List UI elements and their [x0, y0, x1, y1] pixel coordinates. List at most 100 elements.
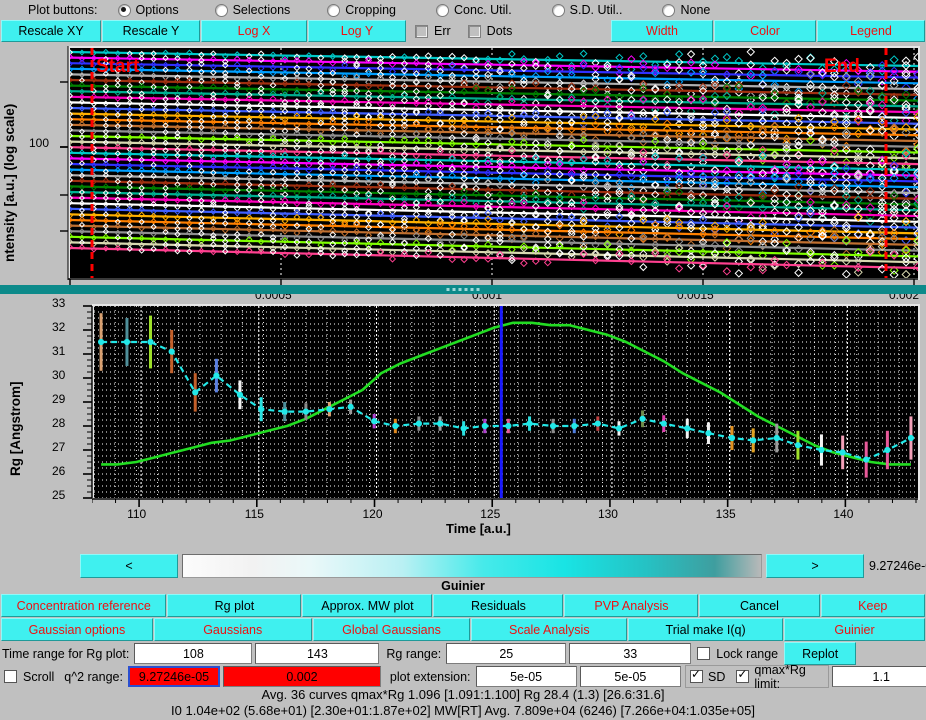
rg-plot-canvas[interactable]: [92, 304, 920, 500]
q2-range-min-input[interactable]: 9.27246e-05: [128, 666, 220, 687]
next-frame-button[interactable]: >: [766, 554, 864, 578]
guinier-plot-panel: ntensity [a.u.] (log scale) 100 Start End…: [0, 42, 926, 270]
action_row_1-rg-plot[interactable]: Rg plot: [167, 594, 301, 617]
radio-icon-conc-util[interactable]: [436, 4, 449, 17]
err-checkbox-group[interactable]: Err: [407, 20, 459, 42]
qmax-rg-limit-input[interactable]: 1.1: [832, 666, 926, 687]
rescale-xy-button[interactable]: Rescale XY: [1, 20, 101, 42]
action_row_2-gaussians[interactable]: Gaussians: [154, 618, 312, 641]
guinier-analysis-window: Plot buttons: Options Selections Croppin…: [0, 0, 926, 720]
plot-extension-label: plot extension:: [390, 670, 471, 684]
radio-icon-cropping[interactable]: [327, 4, 340, 17]
guinier-plot-ylabel: ntensity [a.u.] (log scale): [2, 88, 17, 262]
scroll-label: Scroll: [23, 670, 54, 684]
rg-xtick-135: 135: [716, 507, 736, 521]
plot-buttons-radio-row: Plot buttons: Options Selections Croppin…: [0, 0, 926, 20]
rg-plot-ylabel: Rg [Angstrom]: [8, 326, 23, 476]
splitter-grip-icon: [447, 288, 480, 291]
sd-checkbox-icon[interactable]: [690, 670, 703, 683]
err-checkbox-icon[interactable]: [415, 25, 428, 38]
radio-label-selections: Selections: [233, 3, 291, 17]
rg-xtick-130: 130: [598, 507, 618, 521]
rg-xtick-120: 120: [363, 507, 383, 521]
dots-checkbox-group[interactable]: Dots: [460, 20, 521, 42]
radio-option-options[interactable]: Options: [118, 3, 179, 17]
rg-ytick-30: 30: [52, 368, 65, 382]
panel-splitter[interactable]: [0, 285, 926, 294]
action-row-primary: Concentration referenceRg plotApprox. MW…: [0, 594, 926, 617]
log-y-button[interactable]: Log Y: [308, 20, 406, 42]
action_row_1-cancel[interactable]: Cancel: [699, 594, 819, 617]
lock-range-label: Lock range: [716, 647, 778, 661]
rg-ytick-29: 29: [52, 392, 65, 406]
dots-label: Dots: [487, 24, 513, 38]
radio-option-sd-util[interactable]: S.D. Util..: [552, 3, 623, 17]
rg-xtick-140: 140: [833, 507, 853, 521]
plot-buttons-label: Plot buttons:: [28, 3, 98, 17]
plot-extension-min-input[interactable]: 5e-05: [476, 666, 577, 687]
action_row_2-scale-analysis[interactable]: Scale Analysis: [471, 618, 627, 641]
log-x-button[interactable]: Log X: [201, 20, 307, 42]
radio-label-cropping: Cropping: [345, 3, 396, 17]
prev-frame-button[interactable]: <: [80, 554, 178, 578]
width-button[interactable]: Width: [611, 20, 713, 42]
radio-option-none[interactable]: None: [662, 3, 710, 17]
sd-qmax-group: SD qmax*Rg limit:: [685, 665, 829, 688]
lock-range-checkbox-icon[interactable]: [697, 647, 710, 660]
q2-range-max-input[interactable]: 0.002: [223, 666, 381, 687]
radio-icon-none[interactable]: [662, 4, 675, 17]
guinier-plot-yaxis: [56, 46, 69, 280]
radio-icon-options[interactable]: [118, 4, 131, 17]
guinier-plot-canvas[interactable]: Start End: [68, 46, 920, 280]
action_row_2-global-gaussians[interactable]: Global Gaussians: [313, 618, 471, 641]
rg-ytick-28: 28: [52, 416, 65, 430]
legend-button[interactable]: Legend: [817, 20, 925, 42]
guinier-plot-ytick-100: 100: [29, 136, 49, 150]
navigator-caption: Guinier: [0, 579, 926, 593]
q2-range-label: q^2 range:: [64, 670, 123, 684]
radio-option-conc-util[interactable]: Conc. Util.: [436, 3, 512, 17]
action_row_1-keep[interactable]: Keep: [821, 594, 925, 617]
action_row_2-guinier[interactable]: Guinier: [784, 618, 925, 641]
status-line-1: Avg. 36 curves qmax*Rg 1.096 [1.091:1.10…: [0, 687, 926, 703]
action_row_1-pvp-analysis[interactable]: PVP Analysis: [564, 594, 698, 617]
rg-range-min-input[interactable]: 25: [446, 643, 566, 664]
radio-icon-selections[interactable]: [215, 4, 228, 17]
end-marker-label: End: [824, 56, 860, 77]
frame-navigator: < > 9.27246e-05: [0, 553, 926, 579]
rg-ytick-33: 33: [52, 296, 65, 310]
start-marker-label: Start: [96, 56, 140, 77]
dots-checkbox-icon[interactable]: [468, 25, 481, 38]
status-line-2: I0 1.04e+02 (5.68e+01) [2.30e+01:1.87e+0…: [0, 703, 926, 719]
rg-plot-panel: Rg [Angstrom] 333231302928272625 1101151…: [0, 296, 926, 506]
action_row_1-approx-mw-plot[interactable]: Approx. MW plot: [302, 594, 432, 617]
time-range-max-input[interactable]: 143: [255, 643, 379, 664]
radio-option-selections[interactable]: Selections: [215, 3, 291, 17]
rg-ytick-32: 32: [52, 320, 65, 334]
qmax-rg-limit-checkbox-icon[interactable]: [736, 670, 749, 683]
radio-icon-sd-util[interactable]: [552, 4, 565, 17]
action_row_1-residuals[interactable]: Residuals: [433, 594, 563, 617]
rg-range-max-input[interactable]: 33: [569, 643, 691, 664]
action_row_2-gaussian-options[interactable]: Gaussian options: [1, 618, 153, 641]
action_row_1-concentration-reference[interactable]: Concentration reference: [1, 594, 166, 617]
scroll-checkbox-icon[interactable]: [4, 670, 17, 683]
lock-range-checkbox-group[interactable]: Lock range: [691, 647, 782, 661]
time-range-min-input[interactable]: 108: [134, 643, 252, 664]
action_row_2-trial-make-i-q[interactable]: Trial make I(q): [628, 618, 783, 641]
sd-label: SD: [708, 670, 725, 684]
plot-extension-max-input[interactable]: 5e-05: [580, 666, 681, 687]
rg-ytick-27: 27: [52, 440, 65, 454]
scroll-checkbox-group[interactable]: Scroll: [4, 670, 58, 684]
radio-label-conc-util: Conc. Util.: [454, 3, 512, 17]
err-label: Err: [434, 24, 451, 38]
q2-settings-row: Scroll q^2 range: 9.27246e-05 0.002 plot…: [0, 665, 926, 688]
rg-plot-xlabel: Time [a.u.]: [446, 521, 511, 536]
rg-xtick-125: 125: [480, 507, 500, 521]
rescale-y-button[interactable]: Rescale Y: [102, 20, 200, 42]
color-button[interactable]: Color: [714, 20, 816, 42]
frame-gradient-slider[interactable]: [182, 554, 762, 578]
rg-ytick-25: 25: [52, 488, 65, 502]
radio-option-cropping[interactable]: Cropping: [327, 3, 396, 17]
radio-label-none: None: [680, 3, 710, 17]
